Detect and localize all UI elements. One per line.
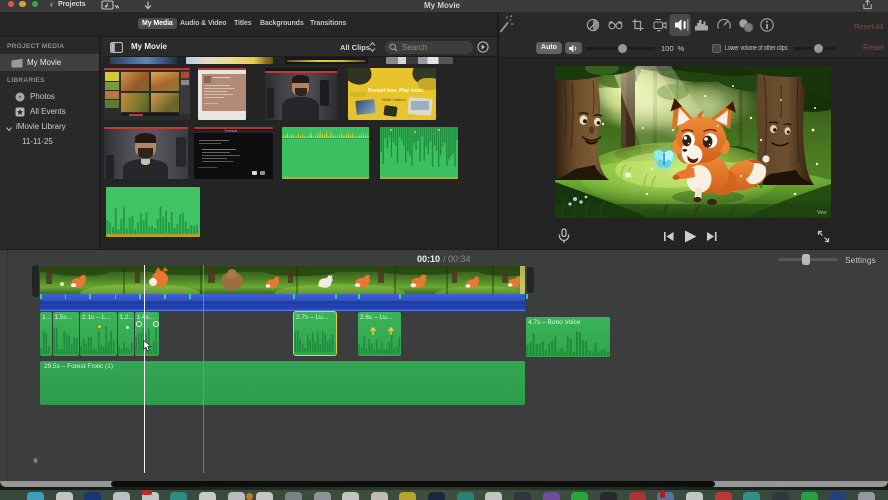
- svg-text:Veo: Veo: [817, 210, 826, 216]
